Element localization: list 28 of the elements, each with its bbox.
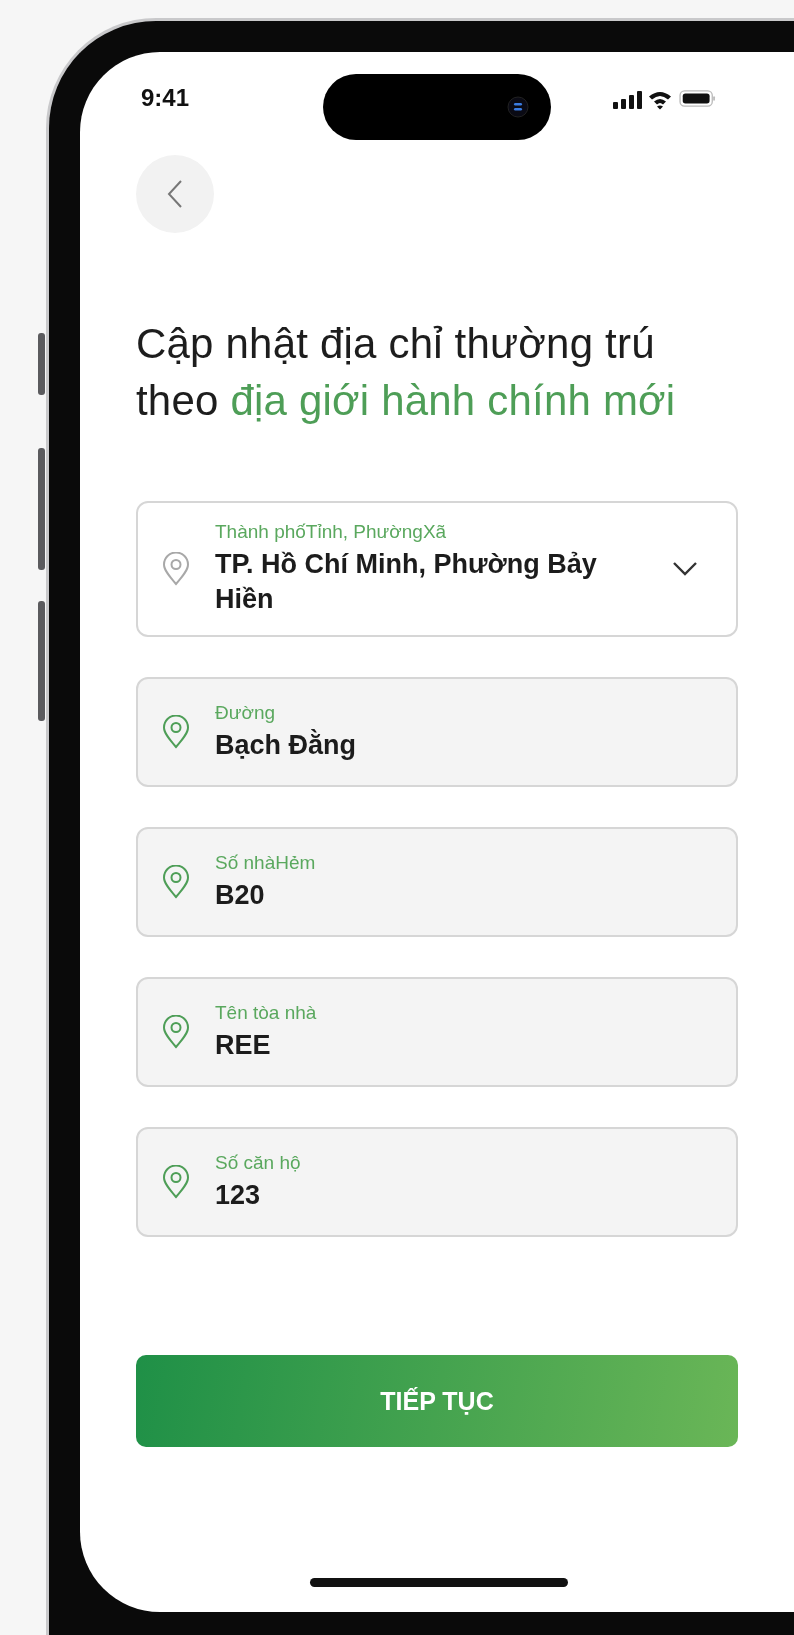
- location-pin-icon: [161, 865, 191, 899]
- location-pin-icon: [161, 715, 191, 749]
- field-label: Số căn hộ: [215, 1151, 302, 1174]
- chevron-down-icon: [672, 561, 698, 577]
- location-pin-icon: [161, 552, 191, 586]
- address-field[interactable]: Số nhàHẻm B20: [136, 827, 738, 937]
- signal-icon: [613, 90, 642, 110]
- location-pin-icon: [161, 1165, 191, 1199]
- field-value: 123: [215, 1178, 262, 1212]
- wifi-icon: [649, 89, 671, 110]
- status-time: 9:41: [141, 84, 190, 112]
- field-label: Đường: [215, 701, 277, 724]
- camera-icon: [507, 96, 529, 118]
- address-field[interactable]: Đường Bạch Đằng: [136, 677, 738, 787]
- page-title: Cập nhật địa chỉ thường trú theo địa giới hành chính mới: [136, 319, 676, 426]
- field-value: B20: [215, 878, 266, 912]
- dropdown-field[interactable]: Thành phốTỉnh, PhườngXã TP. Hồ Chí Minh, Phường Bảy Hiền: [136, 501, 738, 637]
- address-field[interactable]: Tên tòa nhà REE: [136, 977, 738, 1087]
- field-label: Tên tòa nhà: [215, 1001, 318, 1024]
- address-field[interactable]: Số căn hộ 123: [136, 1127, 738, 1237]
- location-pin-icon: [161, 1015, 191, 1049]
- field-label: Số nhàHẻm: [215, 851, 317, 874]
- field-value: Bạch Đằng: [215, 728, 358, 762]
- field-value: TP. Hồ Chí Minh, Phường Bảy Hiền: [215, 548, 598, 616]
- field-label: Thành phốTỉnh, PhườngXã: [215, 521, 448, 543]
- chevron-left-icon: [166, 179, 184, 209]
- battery-icon: [678, 90, 717, 107]
- field-value: REE: [215, 1028, 272, 1062]
